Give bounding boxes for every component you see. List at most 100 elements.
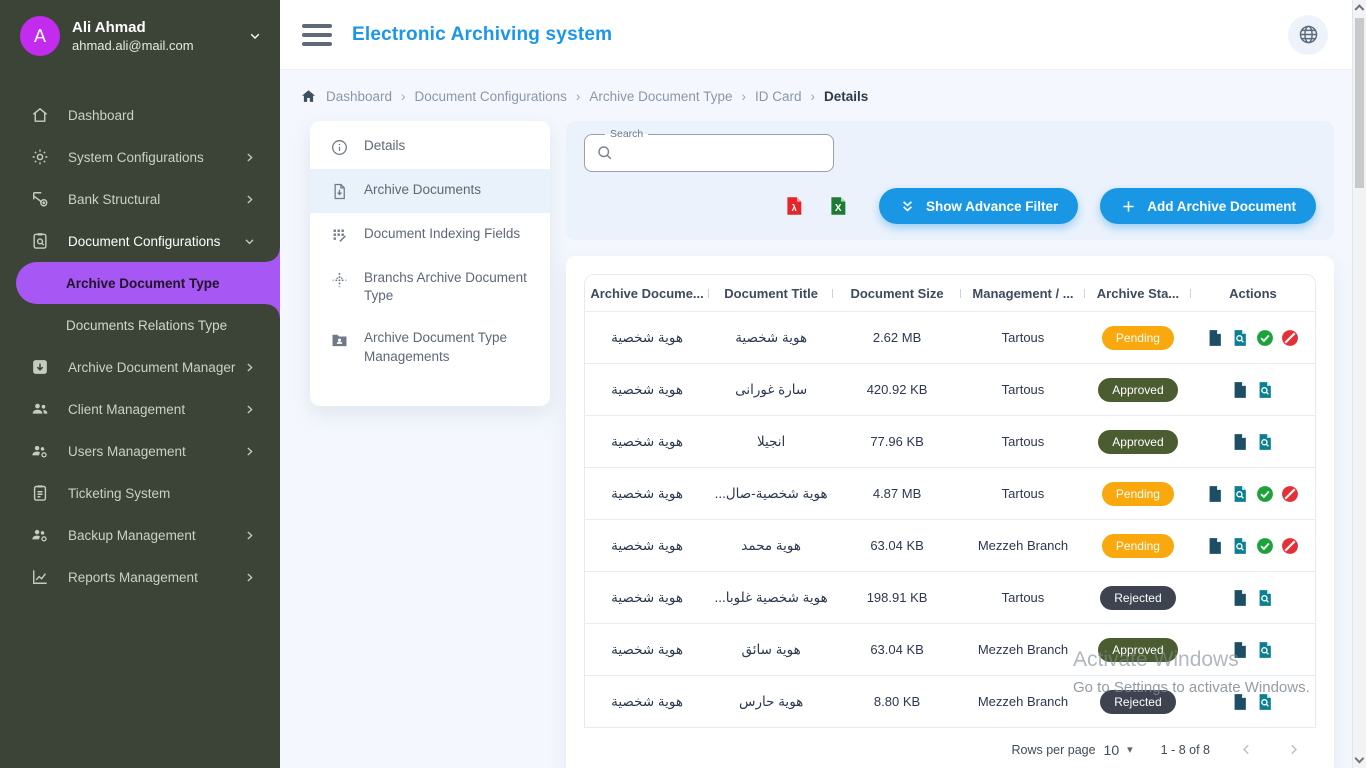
cell-document-size: 4.87 MB [833, 486, 961, 501]
breadcrumb: Dashboard›Document Configurations›Archiv… [300, 88, 1334, 105]
column-header[interactable]: Archive Docume... [585, 286, 709, 301]
file-search-icon[interactable] [1230, 536, 1250, 556]
sidebar-item[interactable]: Bank Structural [0, 178, 280, 220]
breadcrumb-separator: › [741, 89, 746, 104]
approve-icon[interactable] [1255, 484, 1275, 504]
sidebar-item[interactable]: Reports Management [0, 556, 280, 598]
chevron-right-icon [243, 361, 256, 374]
reject-icon[interactable] [1280, 536, 1300, 556]
clipboard-search-icon [30, 231, 52, 251]
sidebar-item-label: System Configurations [68, 150, 243, 165]
pagination: Rows per page 10 ▾ 1 - 8 of 8 [584, 728, 1316, 768]
sidebar-item[interactable]: Dashboard [0, 94, 280, 136]
status-badge: Pending [1102, 326, 1174, 350]
file-icon[interactable] [1230, 640, 1250, 660]
home-icon[interactable] [300, 88, 317, 105]
add-archive-document-button[interactable]: Add Archive Document [1100, 188, 1316, 224]
cell-document-size: 8.80 KB [833, 694, 961, 709]
add-archive-document-label: Add Archive Document [1147, 199, 1296, 214]
sidebar-item[interactable]: Archive Document Manager [0, 346, 280, 388]
scroll-down-icon[interactable] [1353, 752, 1366, 768]
tab-archive-document-type-managements[interactable]: Archive Document Type Managements [310, 317, 550, 377]
column-header[interactable]: Actions [1191, 286, 1315, 301]
scrollbar-thumb[interactable] [1355, 18, 1364, 188]
tab-details[interactable]: Details [310, 125, 550, 169]
show-advance-filter-label: Show Advance Filter [926, 199, 1058, 214]
status-badge: Rejected [1100, 586, 1175, 610]
breadcrumb-item[interactable]: Archive Document Type [589, 89, 732, 104]
file-icon[interactable] [1205, 328, 1225, 348]
sidebar-subitem-label: Archive Document Type [66, 276, 220, 291]
user-email: ahmad.ali@mail.com [72, 38, 236, 53]
export-excel-icon[interactable]: X [827, 193, 849, 219]
window-scrollbar[interactable] [1352, 0, 1366, 768]
status-badge: Approved [1098, 378, 1177, 402]
cell-actions [1191, 640, 1315, 660]
column-header[interactable]: Document Size [833, 286, 961, 301]
table-row: هوية شخصيةهوية شخصية2.62 MBTartousPendin… [585, 311, 1315, 363]
sidebar-item[interactable]: System Configurations [0, 136, 280, 178]
approve-icon[interactable] [1255, 536, 1275, 556]
previous-page-icon[interactable] [1238, 741, 1255, 758]
sidebar-item[interactable]: Users Management [0, 430, 280, 472]
sidebar-subitem[interactable]: Documents Relations Type [0, 304, 280, 346]
tab-label: Archive Document Type Managements [364, 329, 534, 365]
cell-management: Tartous [961, 330, 1085, 345]
file-search-icon[interactable] [1255, 432, 1275, 452]
column-header[interactable]: Archive Sta... [1085, 286, 1191, 301]
sidebar-item[interactable]: Client Management [0, 388, 280, 430]
file-icon[interactable] [1230, 692, 1250, 712]
menu-icon[interactable] [302, 24, 332, 46]
approve-icon[interactable] [1255, 328, 1275, 348]
cell-document-title: هوية حارس [709, 694, 833, 710]
next-page-icon[interactable] [1285, 741, 1302, 758]
chevron-right-icon [243, 193, 256, 206]
cell-archive-document-type: هوية شخصية [585, 642, 709, 658]
file-search-icon[interactable] [1255, 588, 1275, 608]
cell-actions [1191, 692, 1315, 712]
sidebar-item[interactable]: Document Configurations [0, 220, 280, 262]
chart-icon [30, 567, 52, 587]
cell-document-size: 77.96 KB [833, 434, 961, 449]
file-search-icon[interactable] [1230, 484, 1250, 504]
show-advance-filter-button[interactable]: Show Advance Filter [879, 188, 1078, 224]
search-icon [595, 143, 615, 163]
file-icon[interactable] [1205, 536, 1225, 556]
cell-management: Tartous [961, 382, 1085, 397]
sidebar-item[interactable]: Ticketing System [0, 472, 280, 514]
file-search-icon[interactable] [1230, 328, 1250, 348]
tab-branchs-archive-document-type[interactable]: Branchs Archive Document Type [310, 257, 550, 317]
sidebar-subitem[interactable]: Archive Document Type [16, 262, 280, 304]
sidebar-item[interactable]: Backup Management [0, 514, 280, 556]
file-icon[interactable] [1230, 380, 1250, 400]
file-icon[interactable] [1230, 588, 1250, 608]
search-input[interactable] [621, 145, 823, 161]
file-search-icon[interactable] [1255, 380, 1275, 400]
language-button[interactable] [1288, 15, 1328, 55]
export-pdf-icon[interactable]: λ [783, 193, 805, 219]
status-badge: Approved [1098, 638, 1177, 662]
column-header[interactable]: Document Title [709, 286, 833, 301]
reject-icon[interactable] [1280, 484, 1300, 504]
scroll-up-icon[interactable] [1353, 0, 1366, 16]
user-profile[interactable]: A Ali Ahmad ahmad.ali@mail.com [0, 0, 280, 70]
file-search-icon[interactable] [1255, 640, 1275, 660]
breadcrumb-item[interactable]: ID Card [755, 89, 802, 104]
file-search-icon[interactable] [1255, 692, 1275, 712]
chevron-right-icon [243, 571, 256, 584]
sidebar-subitem-label: Documents Relations Type [66, 318, 227, 333]
reject-icon[interactable] [1280, 328, 1300, 348]
tab-document-indexing-fields[interactable]: Document Indexing Fields [310, 213, 550, 257]
column-header[interactable]: Management / ... [961, 286, 1085, 301]
cell-actions [1191, 588, 1315, 608]
sidebar-item-label: Users Management [68, 444, 243, 459]
dropdown-caret-icon: ▾ [1127, 743, 1133, 756]
file-icon[interactable] [1230, 432, 1250, 452]
sitemap-icon [30, 189, 52, 209]
rows-per-page-select[interactable]: Rows per page 10 ▾ [1011, 742, 1132, 758]
breadcrumb-item[interactable]: Dashboard [326, 89, 392, 104]
file-icon[interactable] [1205, 484, 1225, 504]
breadcrumb-item[interactable]: Document Configurations [415, 89, 567, 104]
tab-archive-documents[interactable]: Archive Documents [310, 169, 550, 213]
info-icon [330, 138, 350, 157]
